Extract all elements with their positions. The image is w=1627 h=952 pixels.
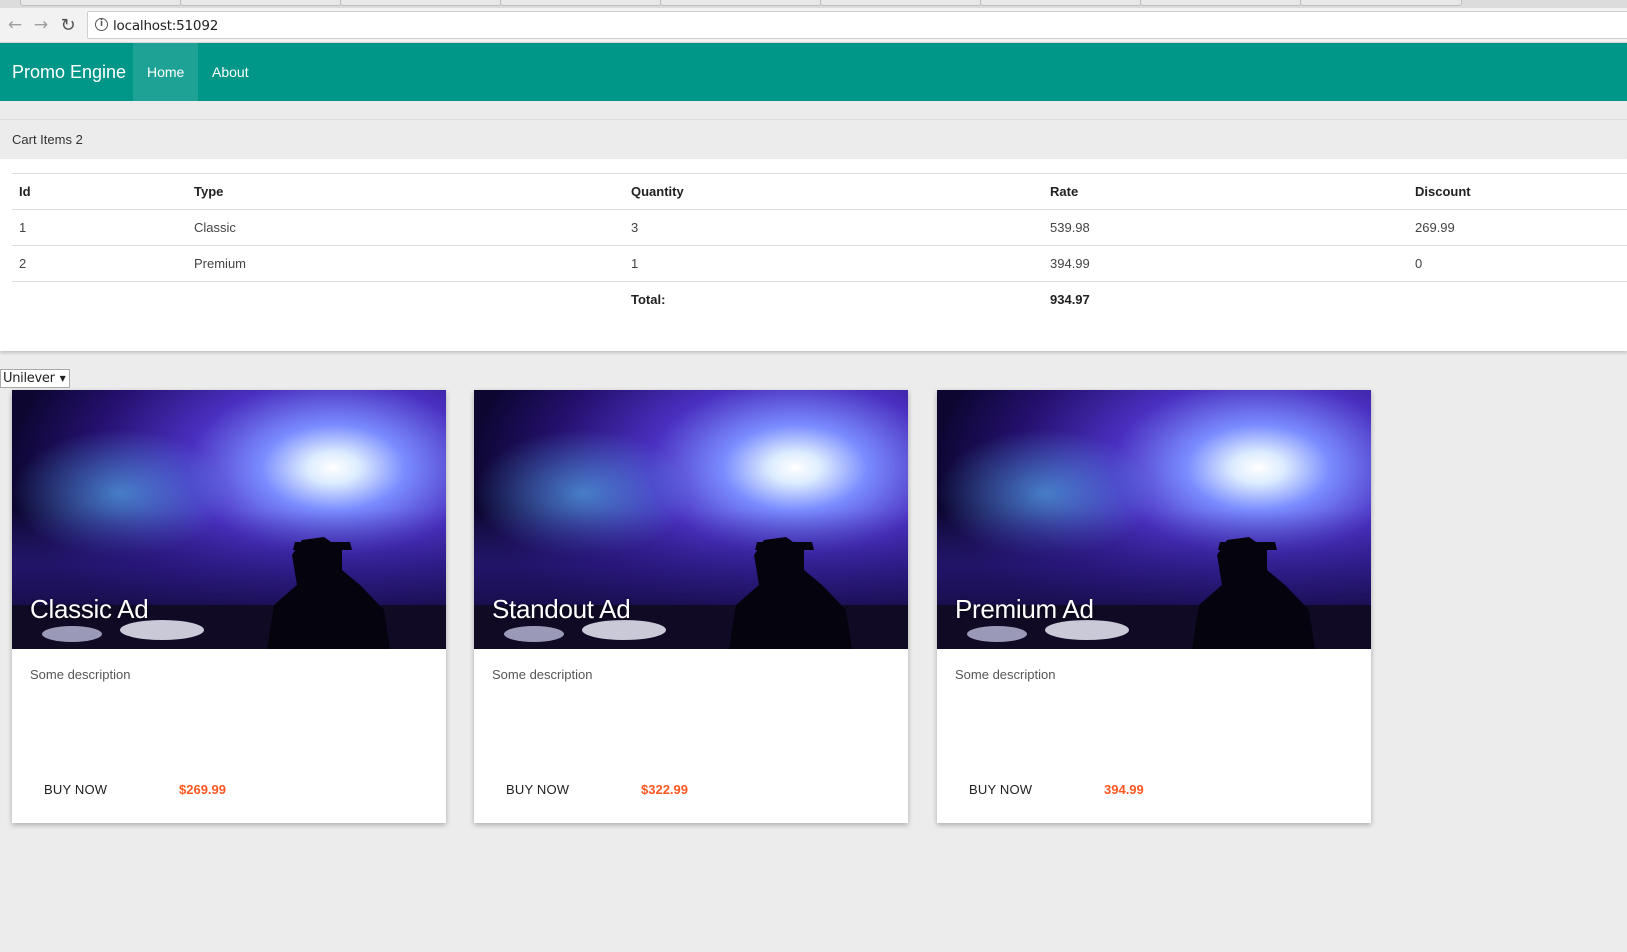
buy-now-button[interactable]: BUY NOW bbox=[961, 780, 1040, 800]
column-header-type: Type bbox=[187, 173, 624, 210]
dropdown-arrow-icon: ▼ bbox=[59, 374, 66, 383]
card-image: Classic Ad bbox=[12, 390, 446, 649]
brand-link[interactable]: Promo Engine bbox=[12, 43, 126, 101]
browser-tab[interactable] bbox=[1140, 0, 1302, 6]
browser-tab[interactable] bbox=[820, 0, 982, 6]
cell-id: 1 bbox=[12, 209, 187, 246]
card-actions: BUY NOW 394.99 bbox=[937, 770, 1371, 810]
card-image: Premium Ad bbox=[937, 390, 1371, 649]
cell-type: Premium bbox=[187, 245, 624, 282]
card-price: 394.99 bbox=[1104, 782, 1144, 797]
cart-items-count: Cart Items 2 bbox=[12, 132, 83, 147]
browser-tab[interactable] bbox=[180, 0, 342, 6]
cell-quantity: 1 bbox=[624, 245, 1043, 282]
browser-tab[interactable] bbox=[1300, 0, 1462, 6]
total-value: 934.97 bbox=[1050, 292, 1090, 308]
address-bar[interactable]: i localhost:51092 bbox=[87, 11, 1627, 39]
card-actions: BUY NOW $322.99 bbox=[474, 770, 908, 810]
total-row: Total: 934.97 bbox=[12, 282, 1627, 318]
card-title: Classic Ad bbox=[30, 594, 149, 624]
column-header-discount: Discount bbox=[1408, 173, 1627, 210]
card-price: $322.99 bbox=[641, 782, 688, 797]
buy-now-button[interactable]: BUY NOW bbox=[498, 780, 577, 800]
browser-tab[interactable] bbox=[980, 0, 1142, 6]
back-arrow-icon[interactable]: ← bbox=[4, 14, 26, 36]
cell-id: 2 bbox=[12, 245, 187, 282]
card-description: Some description bbox=[955, 667, 1056, 682]
empty-cell bbox=[187, 282, 624, 318]
card-actions: BUY NOW $269.99 bbox=[12, 770, 446, 810]
product-card-standout: Standout Ad Some description BUY NOW $32… bbox=[474, 390, 908, 823]
cell-discount: 0 bbox=[1408, 245, 1627, 282]
reload-icon[interactable]: ↻ bbox=[57, 14, 79, 36]
product-card-classic: Classic Ad Some description BUY NOW $269… bbox=[12, 390, 446, 823]
browser-tab[interactable] bbox=[20, 0, 182, 6]
client-select[interactable]: Unilever ▼ bbox=[0, 369, 71, 388]
card-image: Standout Ad bbox=[474, 390, 908, 649]
browser-tab-strip bbox=[0, 0, 1627, 8]
empty-cell bbox=[12, 282, 187, 318]
column-header-quantity: Quantity bbox=[624, 173, 1043, 210]
table-header-row: Id Type Quantity Rate Discount bbox=[12, 173, 1627, 210]
cell-discount: 269.99 bbox=[1408, 209, 1627, 246]
nav-about[interactable]: About bbox=[198, 43, 263, 101]
card-title: Premium Ad bbox=[955, 594, 1094, 624]
browser-tab[interactable] bbox=[500, 0, 662, 6]
product-card-premium: Premium Ad Some description BUY NOW 394.… bbox=[937, 390, 1371, 823]
card-description: Some description bbox=[30, 667, 131, 682]
buy-now-button[interactable]: BUY NOW bbox=[36, 780, 115, 800]
address-url[interactable]: localhost:51092 bbox=[113, 18, 218, 34]
card-price: $269.99 bbox=[179, 782, 226, 797]
empty-cell bbox=[1408, 282, 1627, 318]
cell-type: Classic bbox=[187, 209, 624, 246]
cart-panel: Id Type Quantity Rate Discount 1 Classic… bbox=[0, 159, 1627, 351]
client-select-value: Unilever bbox=[3, 371, 55, 386]
nav-home[interactable]: Home bbox=[133, 43, 199, 101]
browser-tab[interactable] bbox=[660, 0, 822, 6]
cell-rate: 394.99 bbox=[1043, 245, 1408, 282]
card-description: Some description bbox=[492, 667, 593, 682]
table-row: 1 Classic 3 539.98 269.99 bbox=[12, 209, 1627, 246]
total-label: Total: bbox=[631, 292, 666, 308]
cell-rate: 539.98 bbox=[1043, 209, 1408, 246]
info-icon[interactable]: i bbox=[95, 18, 108, 31]
browser-toolbar: ← → ↻ i localhost:51092 bbox=[0, 8, 1627, 43]
cart-header: Cart Items 2 bbox=[0, 119, 1627, 159]
cell-quantity: 3 bbox=[624, 209, 1043, 246]
navbar: Promo Engine Home About bbox=[0, 43, 1627, 101]
forward-arrow-icon[interactable]: → bbox=[30, 14, 52, 36]
cart-table: Id Type Quantity Rate Discount 1 Classic… bbox=[12, 173, 1627, 318]
column-header-id: Id bbox=[12, 173, 187, 210]
table-row: 2 Premium 1 394.99 0 bbox=[12, 245, 1627, 282]
column-header-rate: Rate bbox=[1043, 173, 1408, 210]
browser-tab[interactable] bbox=[340, 0, 502, 6]
card-title: Standout Ad bbox=[492, 594, 631, 624]
